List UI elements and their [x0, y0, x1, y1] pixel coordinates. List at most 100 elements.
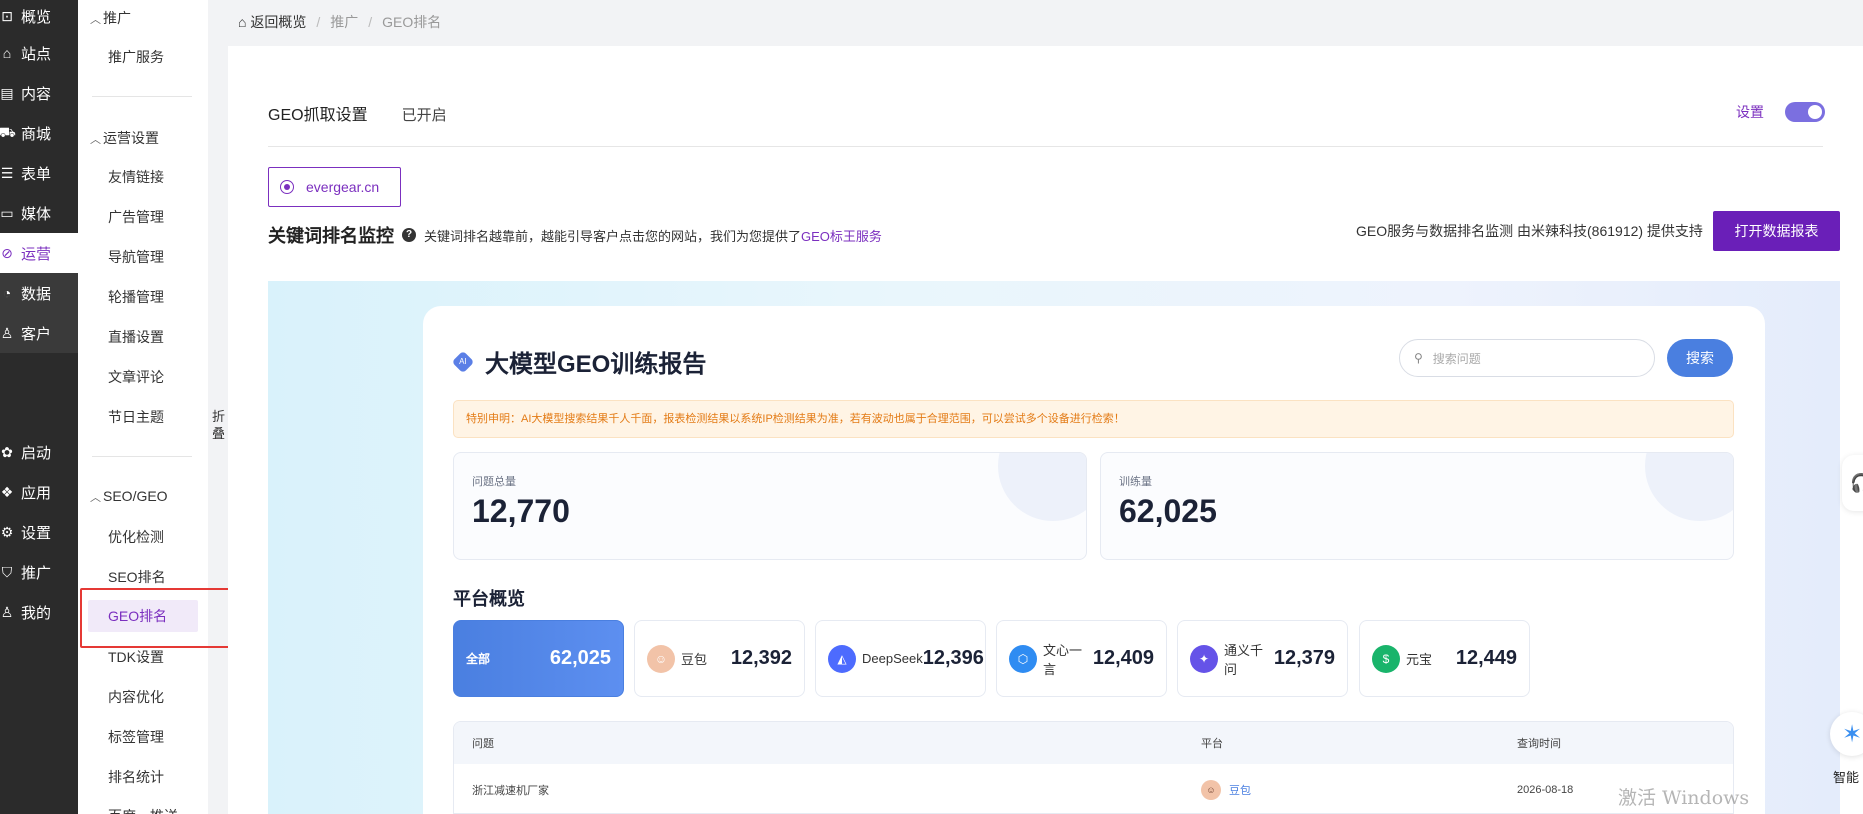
- windows-activation-watermark: 激活 Windows: [1618, 787, 1750, 809]
- column-header-platform[interactable]: 平台: [1201, 735, 1223, 751]
- platform-card[interactable]: ⬡ 文心一言 12,409: [996, 620, 1167, 697]
- subnav-item-ads[interactable]: 广告管理: [108, 207, 164, 227]
- search-button[interactable]: 搜索: [1667, 339, 1733, 377]
- rail-item-1[interactable]: ⌂ 站点: [0, 33, 78, 73]
- platform-card[interactable]: 全部 62,025: [453, 620, 624, 697]
- chevron-up-icon: ︿: [90, 492, 101, 504]
- breadcrumb-home[interactable]: ⌂ 返回概览: [238, 12, 306, 32]
- breadcrumb-promotion[interactable]: 推广: [330, 12, 358, 32]
- chevron-up-icon: ︿: [90, 14, 101, 26]
- subnav-item-comments[interactable]: 文章评论: [108, 367, 164, 387]
- support-headset-icon[interactable]: 🎧: [1842, 455, 1863, 511]
- keyword-monitor-desc: 关键词排名越靠前，越能引导客户点击您的网站，我们为您提供了: [424, 228, 802, 244]
- group-promotion[interactable]: ︿ 推广: [90, 8, 131, 28]
- wenxin-icon: ⬡: [1009, 644, 1037, 673]
- geo-settings-title: GEO抓取设置: [268, 107, 368, 124]
- report-embed: AI 大模型GEO训练报告 ⚲ 搜索问题 搜索 特别申明：AI大模型搜索结果千人…: [268, 281, 1840, 814]
- rail-item-label: 商城: [21, 125, 52, 143]
- subnav-item-live[interactable]: 直播设置: [108, 327, 164, 347]
- yuanbao-icon: $: [1372, 644, 1400, 673]
- rail-item-4[interactable]: ☰ 表单: [0, 153, 78, 193]
- breadcrumb-separator: /: [316, 14, 321, 30]
- rail-item-8[interactable]: ♙ 客户: [0, 313, 78, 353]
- platform-value: 62,025: [549, 647, 611, 669]
- stat-card-training: 训练量 62,025: [1100, 452, 1734, 560]
- cart-icon: ⛟: [0, 123, 16, 140]
- launch-icon: ✿: [1, 443, 13, 460]
- rail-item-10[interactable]: ❖ 应用: [0, 472, 78, 512]
- platform-card[interactable]: ✦ 通义千问 12,379: [1177, 620, 1348, 697]
- row-platform: ☺ 豆包: [1201, 779, 1251, 800]
- platform-name: DeepSeek: [862, 651, 923, 666]
- stat-label: 训练量: [1119, 476, 1152, 488]
- document-icon: ▤: [0, 84, 14, 101]
- subnav-item-baidu-push[interactable]: 百度一推送: [108, 806, 178, 814]
- tongyi-icon: ✦: [1190, 644, 1218, 673]
- geo-king-service-link[interactable]: GEO标王服务: [801, 226, 882, 245]
- main-nav-rail: ⊡ 概览 ⌂ 站点 ▤ 内容 ⛟ 商城 ☰ 表单 ▭ 媒体 ⊘ 运营 ◔ 数据 ♙ 客户 ✿ 启动 ❖ 应用 ⚙ 设置 ⛉ 推广 ♙…: [0, 0, 78, 814]
- group-seo-geo[interactable]: ︿ SEO/GEO: [90, 488, 168, 505]
- rail-item-label: 内容: [21, 85, 52, 103]
- subnav-item-promo-service[interactable]: 推广服务: [108, 47, 164, 67]
- platform-value: 12,409: [1092, 647, 1154, 669]
- platform-name: 元宝: [1406, 652, 1433, 667]
- geo-crawl-toggle[interactable]: [1785, 102, 1825, 122]
- subnav-item-nav[interactable]: 导航管理: [108, 247, 164, 267]
- question-search-input[interactable]: ⚲ 搜索问题: [1399, 339, 1655, 377]
- subnav-item-content-opt[interactable]: 内容优化: [108, 687, 164, 707]
- keyword-monitor-title: 关键词排名监控: [268, 226, 394, 246]
- rail-item-9[interactable]: ✿ 启动: [0, 432, 78, 472]
- platform-card[interactable]: ☺ 豆包 12,392: [634, 620, 805, 697]
- platform-name: 豆包: [681, 652, 708, 667]
- help-icon[interactable]: ?: [402, 228, 416, 242]
- main-panel: GEO抓取设置 已开启 设置 evergear.cn 关键词排名监控 ? 关键词…: [228, 46, 1863, 814]
- subnav-item-friend-links[interactable]: 友情链接: [108, 167, 164, 187]
- open-report-button[interactable]: 打开数据报表: [1713, 211, 1840, 251]
- chart-icon: ⊡: [1, 7, 13, 24]
- rail-item-5[interactable]: ▭ 媒体: [0, 193, 78, 233]
- subnav-item-tags[interactable]: 标签管理: [108, 727, 164, 747]
- rail-item-0[interactable]: ⊡ 概览: [0, 0, 78, 36]
- platform-value: 12,392: [730, 647, 792, 669]
- assistant-label[interactable]: 智能: [1833, 767, 1859, 786]
- platform-name: 全部: [466, 652, 491, 666]
- column-header-time[interactable]: 查询时间: [1517, 735, 1561, 751]
- rail-item-label: 我的: [21, 604, 52, 622]
- rail-item-2[interactable]: ▤ 内容: [0, 73, 78, 113]
- rail-item-3[interactable]: ⛟ 商城: [0, 113, 78, 153]
- rail-item-12[interactable]: ⛉ 推广: [0, 552, 78, 592]
- rail-item-label: 应用: [21, 484, 52, 502]
- row-time: 2026-08-18: [1517, 783, 1574, 796]
- divider: [92, 456, 192, 457]
- secondary-sidebar: ︿ 推广 推广服务 ︿ 运营设置 友情链接 广告管理 导航管理 轮播管理 直播设置 …: [78, 0, 208, 814]
- platform-card[interactable]: $ 元宝 12,449: [1359, 620, 1530, 697]
- ai-badge-icon: AI: [451, 350, 475, 373]
- subnav-item-holiday[interactable]: 节日主题: [108, 407, 164, 427]
- divider: [92, 96, 192, 97]
- subnav-item-optimize-check[interactable]: 优化检测: [108, 527, 164, 547]
- domain-radio-option[interactable]: evergear.cn: [268, 167, 401, 207]
- table-row[interactable]: 浙江减速机厂家 ☺ 豆包 2026-08-18: [454, 764, 1733, 813]
- group-operations[interactable]: ︿ 运营设置: [90, 128, 159, 148]
- doubao-icon: ☺: [1201, 779, 1221, 800]
- rail-item-11[interactable]: ⚙ 设置: [0, 512, 78, 552]
- breadcrumb: ⌂ 返回概览 / 推广 / GEO排名: [238, 12, 441, 32]
- subnav-item-carousel[interactable]: 轮播管理: [108, 287, 164, 307]
- rail-item-label: 运营: [21, 245, 52, 263]
- table-header: 问题 平台 查询时间: [454, 722, 1733, 764]
- rail-item-6[interactable]: ⊘ 运营: [0, 233, 78, 273]
- subnav-item-rank-stats[interactable]: 排名统计: [108, 767, 164, 787]
- collapse-sidebar-button[interactable]: 折叠: [212, 408, 226, 442]
- column-header-question[interactable]: 问题: [472, 735, 494, 751]
- platform-name: 文心一言: [1043, 642, 1083, 677]
- subnav-item-tdk[interactable]: TDK设置: [108, 647, 164, 667]
- rail-item-7[interactable]: ◔ 数据: [0, 273, 78, 313]
- platform-card[interactable]: ◭ DeepSeek 12,396: [815, 620, 986, 697]
- keyword-monitor-heading: 关键词排名监控 ? 关键词排名越靠前，越能引导客户点击您的网站，我们为您提供了 …: [268, 222, 882, 248]
- rail-item-13[interactable]: ♙ 我的: [0, 592, 78, 632]
- stat-card-total-questions: 问题总量 12,770: [453, 452, 1087, 560]
- search-placeholder: 搜索问题: [1432, 351, 1481, 366]
- settings-link[interactable]: 设置: [1736, 102, 1764, 122]
- subnav-item-seo-rank[interactable]: SEO排名: [108, 567, 166, 587]
- breadcrumb-separator: /: [368, 14, 373, 30]
